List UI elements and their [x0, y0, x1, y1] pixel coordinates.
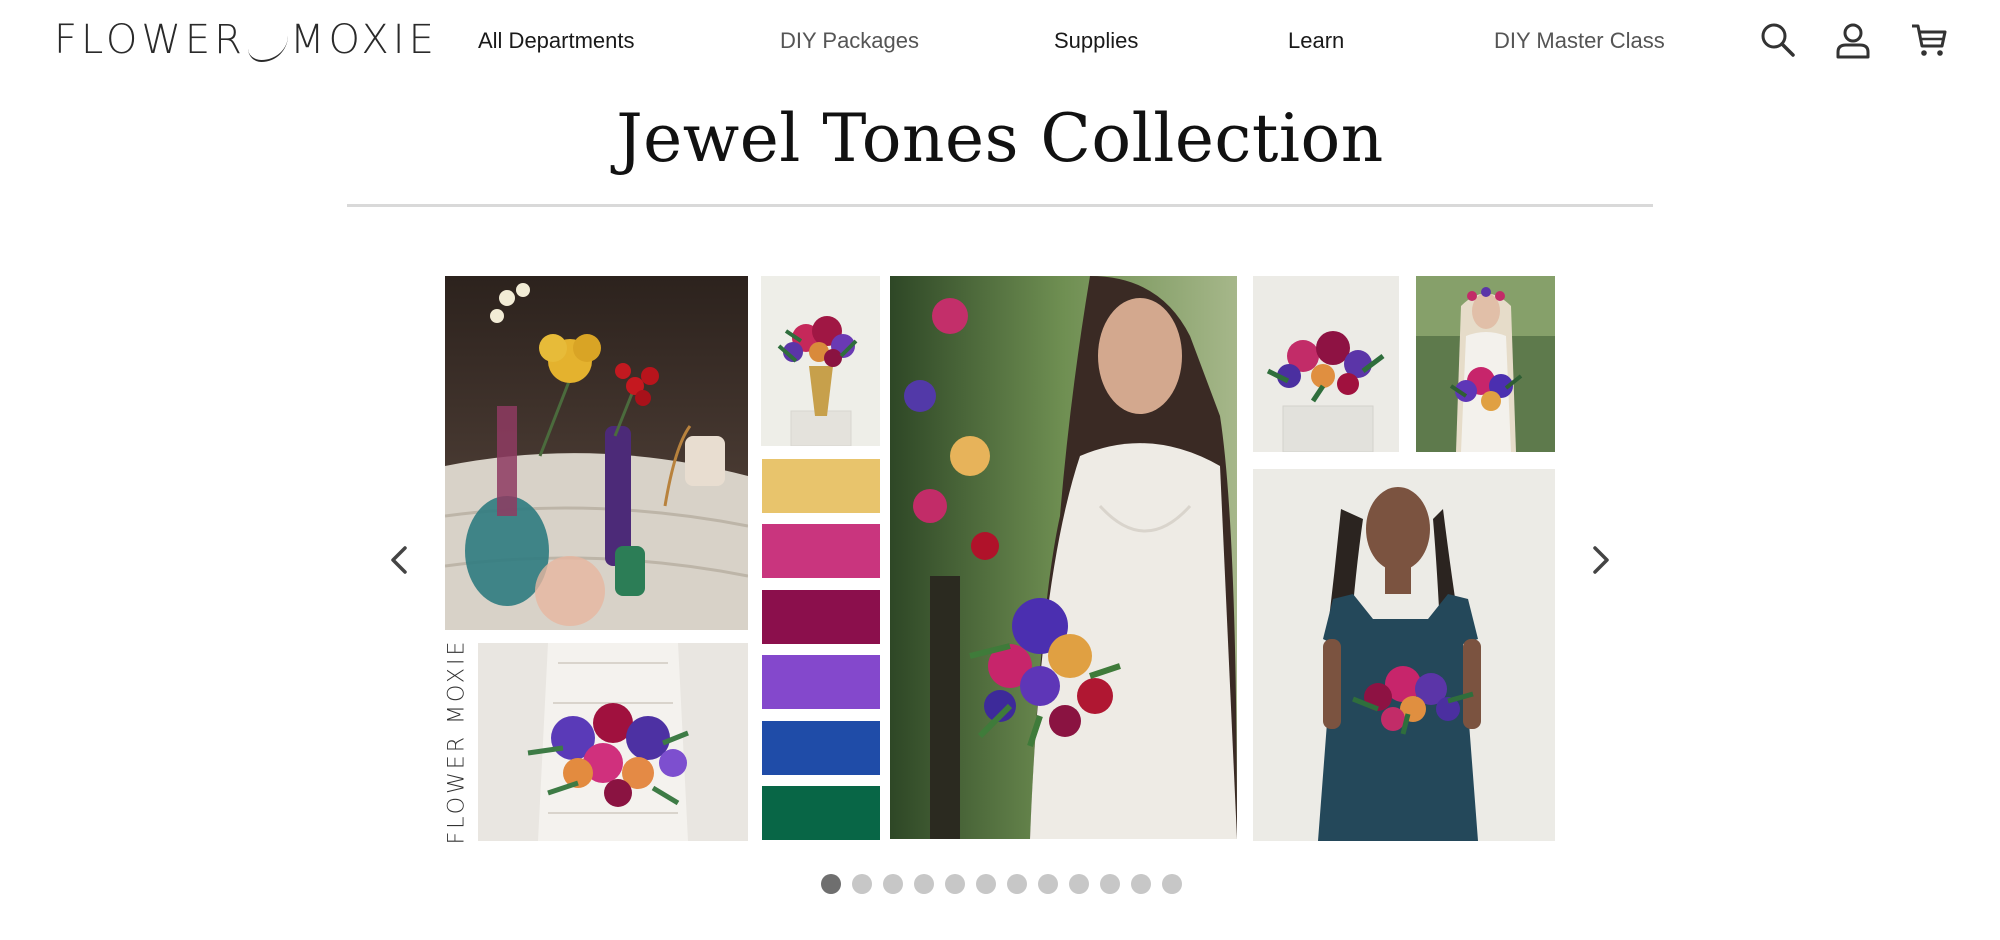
photo-bride-flower-crown: [1416, 276, 1555, 452]
carousel-dot[interactable]: [1038, 874, 1058, 894]
photo-table-vases: [445, 276, 748, 630]
photo-gold-vase-bouquet: [761, 276, 880, 446]
search-icon[interactable]: [1758, 20, 1798, 60]
photo-centerpiece: [1253, 276, 1399, 452]
logo-text-right: MOXIE: [289, 17, 438, 63]
carousel-dot[interactable]: [1069, 874, 1089, 894]
palette-swatch-pink: [762, 524, 880, 578]
carousel-dot[interactable]: [821, 874, 841, 894]
palette-swatch-burgundy: [762, 590, 880, 644]
cart-icon[interactable]: [1909, 20, 1949, 60]
palette-swatch-blue: [762, 721, 880, 775]
palette-swatch-gold: [762, 459, 880, 513]
nav-learn[interactable]: Learn: [1288, 28, 1344, 54]
carousel-dot[interactable]: [852, 874, 872, 894]
carousel-dot[interactable]: [945, 874, 965, 894]
nav-diy-master-class[interactable]: DIY Master Class: [1494, 28, 1665, 54]
palette-swatch-green: [762, 786, 880, 840]
vertical-logo-watermark: FLOWER MOXIE: [443, 638, 471, 844]
carousel-dot[interactable]: [1162, 874, 1182, 894]
carousel-dot[interactable]: [976, 874, 996, 894]
photo-bridal-bouquet-closeup: [478, 643, 748, 841]
carousel-pagination: [821, 874, 1182, 894]
nav-all-departments[interactable]: All Departments: [478, 28, 635, 54]
chevron-left-icon: [391, 546, 407, 574]
carousel-dot[interactable]: [1100, 874, 1120, 894]
chevron-right-icon: [1593, 546, 1609, 574]
site-header: FLOWER MOXIE All Departments DIY Packages…: [0, 0, 2000, 84]
photo-bride-garden: [890, 276, 1237, 839]
logo-text-left: FLOWER: [54, 17, 246, 63]
nav-diy-packages[interactable]: DIY Packages: [780, 28, 919, 54]
watermark-text: FLOWER MOXIE: [444, 638, 470, 844]
logo-swash: [247, 30, 288, 62]
photo-bridesmaid-blue-dress: [1253, 469, 1555, 841]
carousel-next-button[interactable]: [1580, 540, 1620, 580]
carousel-dot[interactable]: [914, 874, 934, 894]
carousel-prev-button[interactable]: [380, 540, 420, 580]
account-icon[interactable]: [1833, 20, 1873, 60]
page-title: Jewel Tones Collection: [616, 100, 1384, 177]
site-logo[interactable]: FLOWER MOXIE: [54, 12, 438, 68]
carousel-dot[interactable]: [883, 874, 903, 894]
carousel-dot[interactable]: [1131, 874, 1151, 894]
carousel-dot[interactable]: [1007, 874, 1027, 894]
title-divider: [347, 204, 1653, 207]
nav-supplies[interactable]: Supplies: [1054, 28, 1138, 54]
palette-swatch-purple: [762, 655, 880, 709]
